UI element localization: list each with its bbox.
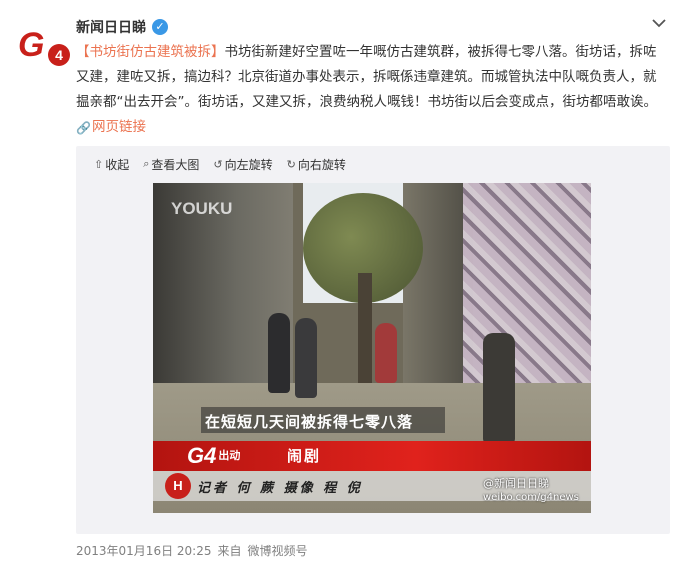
video-tree-trunk <box>358 273 372 393</box>
hashtag-link[interactable]: 【书坊街仿古建筑被拆】 <box>76 44 225 60</box>
rotate-left-button[interactable]: ↺ 向左旋转 <box>213 156 272 173</box>
view-large-label: 查看大图 <box>151 157 200 172</box>
rotate-right-icon: ↻ <box>286 157 296 171</box>
video-frame[interactable]: YOUKU 在短短几天间被拆得七零八落 G4 出动 闹剧 H 记者 何 蕨 摄像 … <box>153 183 591 513</box>
web-link-label: 网页链接 <box>92 119 146 135</box>
rotate-right-button[interactable]: ↻ 向右旋转 <box>287 156 346 173</box>
post-text: 【书坊街仿古建筑被拆】书坊街新建好空置咗一年嘅仿古建筑群，被拆得七零八落。街坊话… <box>76 40 668 141</box>
video-person <box>268 313 290 393</box>
rotate-left-icon: ↺ <box>213 157 223 171</box>
magnifier-icon: ⌕ <box>143 157 150 170</box>
rotate-left-label: 向左旋转 <box>224 157 273 172</box>
video-person <box>483 333 515 443</box>
link-icon: 🔗 <box>76 120 91 135</box>
post-source[interactable]: 微博视频号 <box>248 542 308 559</box>
segment-title: 闹剧 <box>287 447 322 465</box>
channel-logo-suffix: 出动 <box>218 450 241 462</box>
video-credit: 记者 何 蕨 摄像 程 倪 <box>197 481 363 496</box>
author-name[interactable]: 新闻日日睇 <box>76 17 146 37</box>
web-link[interactable]: 🔗 网页链接 <box>76 115 146 140</box>
avatar[interactable]: G 4 <box>18 22 70 70</box>
post-timestamp[interactable]: 2013年01月16日 20:25 <box>76 542 211 559</box>
author-row: 新闻日日睇 ✓ <box>76 16 168 38</box>
avatar-logo-badge: 4 <box>48 44 70 66</box>
hn-badge: H <box>165 473 191 499</box>
source-prefix: 来自 <box>217 544 242 558</box>
video-person <box>375 323 397 383</box>
rotate-right-label: 向右旋转 <box>297 157 346 172</box>
weibo-url-watermark: weibo.com/g4news <box>483 492 579 503</box>
post-meta: 2013年01月16日 20:25 来自 微博视频号 <box>76 542 308 559</box>
avatar-logo-letter: G <box>18 26 44 64</box>
chevron-down-icon[interactable] <box>650 14 668 32</box>
collapse-label: 收起 <box>105 157 130 172</box>
verified-icon: ✓ <box>152 19 168 35</box>
youku-watermark: YOUKU <box>171 199 233 218</box>
weibo-account-watermark: @新闻日日睇 <box>483 477 549 490</box>
arrow-up-icon: ⇧ <box>94 157 104 171</box>
video-subtitle: 在短短几天间被拆得七零八落 <box>205 413 414 431</box>
video-person <box>295 318 317 398</box>
media-toolbar: ⇧ 收起 ⌕ 查看大图 ↺ 向左旋转 ↻ 向右旋转 <box>94 154 360 174</box>
view-large-button[interactable]: ⌕ 查看大图 <box>143 156 199 173</box>
channel-logo-text: G4 <box>187 443 217 468</box>
collapse-button[interactable]: ⇧ 收起 <box>94 156 129 173</box>
channel-logo: G4 出动 <box>187 441 287 471</box>
media-box: ⇧ 收起 ⌕ 查看大图 ↺ 向左旋转 ↻ 向右旋转 YOUKU 在短短几天间被拆… <box>76 146 670 534</box>
